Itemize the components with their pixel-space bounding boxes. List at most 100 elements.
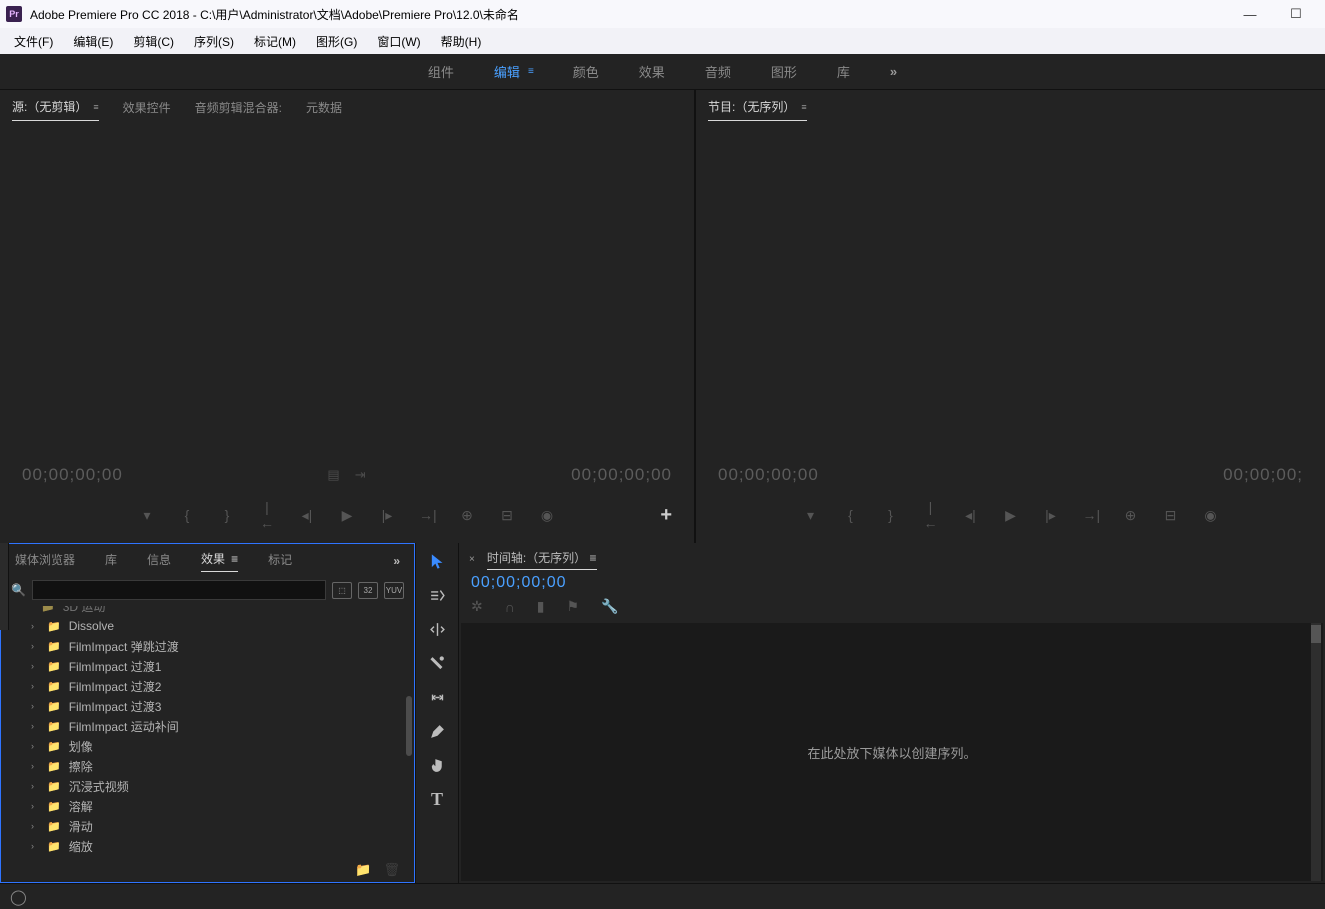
timeline-timecode[interactable]: 00;00;00;00 [459,572,1325,596]
marker-icon[interactable]: ▾ [803,507,819,524]
effect-folder[interactable]: ›📁Dissolve [1,616,414,636]
go-to-out-icon[interactable]: →| [419,507,435,523]
workspace-assembly[interactable]: 组件 [428,62,454,81]
tab-info[interactable]: 信息 [147,551,171,572]
maximize-button[interactable]: ☐ [1273,1,1319,27]
program-timecode-left[interactable]: 00;00;00;00 [718,465,819,485]
effect-folder[interactable]: ›📁FilmImpact 运动补间 [1,716,414,736]
workspace-graphics[interactable]: 图形 [771,62,797,81]
effect-folder[interactable]: 📁3D 运动 [1,606,414,616]
wrench-icon[interactable]: 🔧 [601,598,618,615]
tab-metadata[interactable]: 元数据 [306,99,342,121]
effects-scrollbar[interactable] [406,696,412,756]
effect-folder[interactable]: ›📁划像 [1,736,414,756]
workspace-libraries[interactable]: 库 [837,62,850,81]
project-tabs-overflow[interactable]: » [393,554,400,568]
menu-sequence[interactable]: 序列(S) [184,30,244,53]
play-icon[interactable]: ▶ [339,507,355,524]
effect-folder[interactable]: ›📁FilmImpact 过渡3 [1,696,414,716]
track-select-tool-icon[interactable] [426,585,448,605]
lift-icon[interactable]: ⊕ [1123,507,1139,524]
step-forward-icon[interactable]: |▸ [379,507,395,524]
linked-selection-icon[interactable]: ∩ [505,599,515,615]
timeline-drop-area[interactable]: 在此处放下媒体以创建序列。 [461,623,1323,881]
menu-marker[interactable]: 标记(M) [244,30,306,53]
selection-tool-icon[interactable] [426,551,448,571]
effect-folder[interactable]: ›📁FilmImpact 过渡2 [1,676,414,696]
effect-folder[interactable]: ›📁溶解 [1,796,414,816]
effect-folder[interactable]: ›📁沉浸式视频 [1,776,414,796]
close-panel-icon[interactable]: × [469,554,475,565]
button-editor-icon[interactable]: + [660,504,672,527]
source-timecode-left[interactable]: 00;00;00;00 [22,465,123,485]
export-frame-icon[interactable]: ◉ [539,507,555,524]
tab-menu-icon[interactable]: ≡ [801,102,806,112]
pen-tool-icon[interactable] [426,721,448,741]
settings-icon[interactable]: ⚑ [567,598,580,615]
menu-window[interactable]: 窗口(W) [367,30,430,53]
tab-menu-icon[interactable]: ≡ [590,551,597,565]
mark-in-icon[interactable]: { [843,507,859,523]
workspace-overflow[interactable]: » [890,64,897,79]
effects-search-input[interactable] [32,580,326,600]
timeline-vscroll-track[interactable] [1311,623,1321,881]
menu-file[interactable]: 文件(F) [4,30,63,53]
panel-menu-icon[interactable]: ≡ [528,66,533,77]
workspace-editing[interactable]: 编辑≡ [494,62,533,81]
step-back-icon[interactable]: ◂| [963,507,979,524]
mark-out-icon[interactable]: } [219,507,235,523]
marker-icon[interactable]: ▾ [139,507,155,524]
tab-source[interactable]: 源:（无剪辑）≡ [12,98,99,121]
tab-timeline[interactable]: 时间轴:（无序列） ≡ [487,549,597,570]
menu-clip[interactable]: 剪辑(C) [123,30,184,53]
go-to-in-icon[interactable]: |← [259,499,275,531]
accelerated-badge[interactable]: ⬚ [332,582,352,599]
32bit-badge[interactable]: 32 [358,582,378,599]
export-frame-icon[interactable]: ◉ [1203,507,1219,524]
tab-libraries[interactable]: 库 [105,551,117,572]
tab-media-browser[interactable]: 媒体浏览器 [15,551,75,572]
yuv-badge[interactable]: YUV [384,582,404,599]
workspace-audio[interactable]: 音频 [705,62,731,81]
delete-icon[interactable]: 🗑 [383,862,400,878]
mark-in-icon[interactable]: { [179,507,195,523]
slip-tool-icon[interactable] [426,687,448,707]
ripple-edit-tool-icon[interactable] [426,619,448,639]
menu-edit[interactable]: 编辑(E) [63,30,123,53]
effect-folder[interactable]: ›📁擦除 [1,756,414,776]
tab-menu-icon[interactable]: ≡ [231,552,238,566]
snap-icon[interactable]: ✲ [471,598,483,615]
timeline-vscroll-thumb[interactable] [1311,625,1321,643]
workspace-effects[interactable]: 效果 [639,62,665,81]
effect-folder[interactable]: ›📁FilmImpact 弹跳过渡 [1,636,414,656]
mark-out-icon[interactable]: } [883,507,899,523]
workspace-color[interactable]: 颜色 [573,62,599,81]
tab-effects[interactable]: 效果≡ [201,550,238,572]
effect-folder[interactable]: ›📁缩放 [1,836,414,856]
tab-audio-clip-mixer[interactable]: 音频剪辑混合器: [195,99,282,121]
tab-markers[interactable]: 标记 [268,551,292,572]
effect-folder[interactable]: ›📁滑动 [1,816,414,836]
tab-program[interactable]: 节目:（无序列）≡ [708,98,807,121]
go-to-in-icon[interactable]: |← [923,499,939,531]
type-tool-icon[interactable]: T [426,789,448,809]
overwrite-icon[interactable]: ⊟ [499,507,515,524]
tab-effect-controls[interactable]: 效果控件 [123,99,171,121]
resolution-icon[interactable]: ⇥ [355,467,367,483]
menu-help[interactable]: 帮助(H) [431,30,492,53]
add-marker-icon[interactable]: ▮ [537,598,545,615]
hand-tool-icon[interactable] [426,755,448,775]
go-to-out-icon[interactable]: →| [1083,507,1099,523]
step-forward-icon[interactable]: |▸ [1043,507,1059,524]
play-icon[interactable]: ▶ [1003,507,1019,524]
creative-cloud-icon[interactable]: ◯ [10,888,27,906]
fit-icon[interactable]: ▤ [327,467,340,483]
menu-graphics[interactable]: 图形(G) [306,30,367,53]
new-bin-icon[interactable]: 📁 [355,862,371,878]
minimize-button[interactable]: — [1227,1,1273,27]
step-back-icon[interactable]: ◂| [299,507,315,524]
tab-menu-icon[interactable]: ≡ [93,102,98,112]
insert-icon[interactable]: ⊕ [459,507,475,524]
extract-icon[interactable]: ⊟ [1163,507,1179,524]
razor-tool-icon[interactable] [426,653,448,673]
